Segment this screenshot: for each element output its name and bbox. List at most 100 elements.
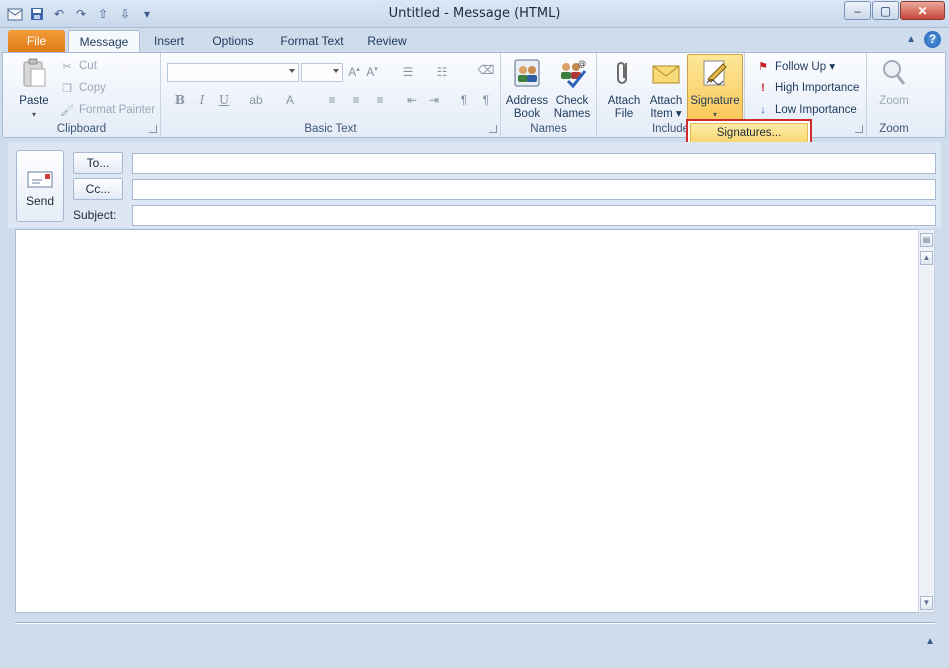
address-book-button[interactable]: Address Book <box>505 55 549 121</box>
font-name-combo[interactable] <box>167 63 299 82</box>
envelope-icon <box>652 65 680 84</box>
check-names-button[interactable]: @ Check Names <box>550 55 594 121</box>
clear-formatting-icon[interactable]: ⌫ <box>477 63 495 77</box>
clipboard-launcher-icon[interactable] <box>149 125 157 133</box>
attach-file-button[interactable]: Attach File <box>603 55 645 121</box>
check-names-icon: @ <box>561 59 587 89</box>
tab-review[interactable]: Review <box>362 30 412 52</box>
basic-text-launcher-icon[interactable] <box>489 125 497 133</box>
flag-icon: ⚑ <box>758 60 768 73</box>
expand-people-pane-icon[interactable]: ▲ <box>925 636 935 647</box>
decrease-indent-icon[interactable]: ⇤ <box>403 93 421 107</box>
attach-file-label-1: Attach <box>607 95 641 107</box>
maximize-button[interactable]: ▢ <box>872 1 899 20</box>
format-painter-label: Format Painter <box>79 104 156 116</box>
basic-text-group-label: Basic Text <box>304 123 357 135</box>
scroll-up-icon[interactable]: ▲ <box>920 251 933 265</box>
svg-text:@: @ <box>578 59 586 68</box>
align-center-icon[interactable]: ≡ <box>347 93 365 107</box>
zoom-button[interactable]: Zoom <box>871 55 917 108</box>
copy-icon: ❐ <box>62 82 72 95</box>
check-names-label-2: Names <box>553 108 591 120</box>
tab-options[interactable]: Options <box>204 30 262 52</box>
to-button[interactable]: To... <box>73 152 123 174</box>
align-right-icon[interactable]: ≡ <box>371 93 389 107</box>
people-pane-bar: ▲ <box>8 628 941 658</box>
signatures-menu-item[interactable]: Signatures... <box>690 123 808 144</box>
scroll-down-icon[interactable]: ▼ <box>920 596 933 610</box>
subject-field[interactable] <box>132 205 936 226</box>
check-names-label-1: Check <box>555 95 589 107</box>
message-body[interactable] <box>15 229 935 613</box>
italic-icon[interactable]: I <box>193 93 211 107</box>
signature-icon <box>703 60 727 86</box>
magnifier-icon <box>883 60 906 85</box>
bold-icon[interactable]: B <box>171 93 189 107</box>
paperclip-icon <box>617 62 627 84</box>
ribbon-tabs: File Message Insert Options Format Text … <box>0 28 949 52</box>
bullets-icon[interactable]: ☰ <box>399 65 417 79</box>
minimize-ribbon-icon[interactable]: ▲ <box>906 34 916 45</box>
zoom-button-label: Zoom <box>879 95 909 107</box>
address-book-label-1: Address <box>505 95 549 107</box>
low-importance-button[interactable]: ↓ Low Importance <box>755 102 857 118</box>
format-painter-button[interactable]: 🖌 Format Painter <box>59 102 155 118</box>
send-button[interactable]: Send <box>16 150 64 222</box>
highlight-icon[interactable]: ab <box>247 93 265 107</box>
attach-item-button[interactable]: Attach Item ▾ <box>645 55 687 121</box>
follow-up-label: Follow Up ▾ <box>775 61 836 73</box>
paintbrush-icon: 🖌 <box>60 104 74 117</box>
tab-message[interactable]: Message <box>68 30 140 52</box>
cut-label: Cut <box>79 60 97 72</box>
high-importance-label: High Importance <box>775 82 860 94</box>
copy-button[interactable]: ❐ Copy <box>59 80 106 96</box>
tags-launcher-icon[interactable] <box>855 125 863 133</box>
tab-insert[interactable]: Insert <box>146 30 192 52</box>
close-button[interactable]: ✕ <box>900 1 945 20</box>
shrink-font-icon[interactable]: A▾ <box>363 65 381 79</box>
attach-item-label-1: Attach <box>649 95 683 107</box>
cc-button[interactable]: Cc... <box>73 178 123 200</box>
attach-item-label-2: Item ▾ <box>650 108 682 120</box>
minimize-button[interactable]: – <box>844 1 871 20</box>
paste-label: Paste <box>19 95 49 107</box>
help-icon[interactable]: ? <box>924 31 941 48</box>
paste-button[interactable]: Paste ▾ <box>11 55 57 121</box>
message-header: Send To... Cc... Subject: <box>8 142 941 228</box>
group-clipboard: Paste ▾ ✂ Cut ❐ Copy 🖌 Format Painter Cl… <box>3 53 161 137</box>
group-basic-text: A▴ A▾ ☰ ☷ ⌫ B I U ab A ≡ ≡ ≡ ⇤ ⇥ ¶ ¶ Bas… <box>161 53 501 137</box>
names-group-label: Names <box>530 123 567 135</box>
people-pane-divider[interactable] <box>15 622 935 624</box>
tab-format-text[interactable]: Format Text <box>274 30 350 52</box>
title-bar: ↶ ↷ ⇧ ⇩ ▾ Untitled - Message (HTML) – ▢ … <box>0 0 949 28</box>
down-arrow-icon: ↓ <box>760 104 766 116</box>
follow-up-button[interactable]: ⚑ Follow Up ▾ <box>755 58 835 74</box>
window-title: Untitled - Message (HTML) <box>388 6 561 21</box>
high-importance-button[interactable]: ! High Importance <box>755 80 859 96</box>
send-envelope-icon <box>27 171 53 188</box>
increase-indent-icon[interactable]: ⇥ <box>425 93 443 107</box>
font-color-icon[interactable]: A <box>281 93 299 107</box>
rtl-icon[interactable]: ¶ <box>477 93 495 107</box>
scissors-icon: ✂ <box>62 60 72 73</box>
align-left-icon[interactable]: ≡ <box>323 93 341 107</box>
zoom-group-label: Zoom <box>879 123 909 135</box>
grow-font-icon[interactable]: A▴ <box>345 65 363 79</box>
paste-icon <box>23 58 46 87</box>
cc-field[interactable] <box>132 179 936 200</box>
send-label: Send <box>25 194 55 208</box>
cut-button[interactable]: ✂ Cut <box>59 58 97 74</box>
ruler-toggle-icon[interactable]: ▤ <box>920 233 933 247</box>
body-vertical-scrollbar[interactable]: ▤ ▲ ▼ <box>918 229 935 613</box>
ltr-icon[interactable]: ¶ <box>455 93 473 107</box>
address-book-icon <box>514 59 540 87</box>
underline-icon[interactable]: U <box>215 93 233 107</box>
signature-button[interactable]: Signature ▾ <box>688 55 742 121</box>
tab-file[interactable]: File <box>8 30 65 52</box>
font-size-combo[interactable] <box>301 63 343 82</box>
to-field[interactable] <box>132 153 936 174</box>
window-controls: – ▢ ✕ <box>843 1 945 20</box>
address-book-label-2: Book <box>513 108 541 120</box>
copy-label: Copy <box>79 82 106 94</box>
numbering-icon[interactable]: ☷ <box>433 65 451 79</box>
